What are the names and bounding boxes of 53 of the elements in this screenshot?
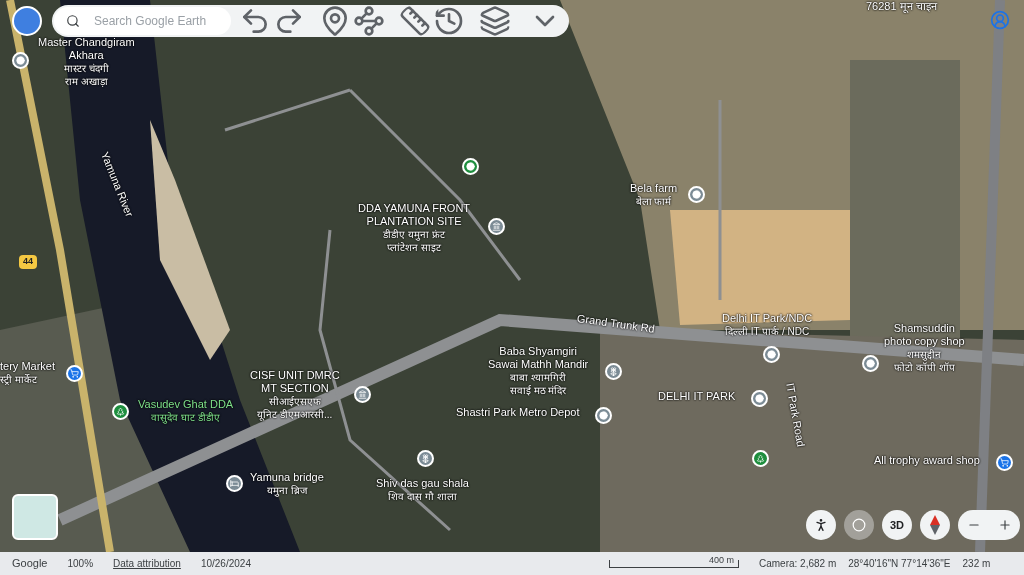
dot-icon <box>692 190 701 199</box>
search-field[interactable]: Search Google Earth <box>54 7 231 35</box>
tree-icon <box>756 454 765 463</box>
zoom-in-icon[interactable] <box>997 518 1012 532</box>
person-icon <box>813 517 829 533</box>
map-label: 76281 मून चाइन <box>866 0 937 13</box>
map-label: DDA YAMUNA FRONT PLANTATION SITE डीडीए यमुना फ्रंट प्लांटेशन साइट <box>358 202 471 254</box>
map-label: Baba Shyamgiri Sawai Mathh Mandir बाबा श्यामगिरी सवाई मठ मंदिर <box>488 345 589 397</box>
map-label: Master Chandgiram Akhara मास्टर चंदगी राम अखाड़ा <box>38 36 135 88</box>
camera-altitude: Camera: 2,682 m <box>758 557 837 571</box>
dot-icon <box>16 56 25 65</box>
map-label: Vasudev Ghat DDA वासुदेव घाट डीडीए <box>138 398 234 424</box>
flower-icon <box>609 367 618 376</box>
map-label: Shiv das gau shala शिव दास गौ शाला <box>376 477 469 503</box>
map-label: Bela farm बेला फार्म <box>630 182 678 208</box>
dot-icon <box>866 359 875 368</box>
compass-needle-icon <box>930 515 940 535</box>
tree-icon <box>116 407 125 416</box>
map-label: Grand Trunk Rd <box>576 312 656 336</box>
coordinates: 28°40'16"N 77°14'36"E <box>848 557 951 571</box>
data-attribution-link[interactable]: Data attribution <box>113 556 181 571</box>
cart-icon <box>70 369 79 378</box>
elevation: 232 m <box>962 557 991 571</box>
dot-icon <box>466 162 475 171</box>
map-label: All trophy award shop <box>874 454 980 467</box>
path-icon[interactable] <box>353 5 385 37</box>
zoom-level: 100% <box>67 557 94 571</box>
ruler-icon[interactable] <box>399 5 431 37</box>
map-label: Delhi IT Park/NDC दिल्ली IT पार्क / NDC <box>722 312 813 338</box>
scale-bar: 400 m <box>608 559 739 568</box>
map-label: CISF UNIT DMRC MT SECTION सीआईएसएफ यूनिट डीएमआरसी... <box>250 369 340 421</box>
dot-icon <box>599 411 608 420</box>
map-label: Shastri Park Metro Depot <box>456 406 580 419</box>
bed-icon <box>230 479 239 488</box>
brand-label: Google <box>12 556 48 572</box>
dot-icon <box>755 394 764 403</box>
highway-shield: 44 <box>19 255 37 269</box>
circle-icon <box>852 518 866 532</box>
history-icon[interactable] <box>433 5 465 37</box>
map-label: Yamuna bridge यमुना ब्रिज <box>250 471 324 497</box>
cart-icon <box>1000 458 1009 467</box>
layers-icon[interactable] <box>479 5 511 37</box>
dot-icon <box>767 350 776 359</box>
search-icon <box>66 14 80 28</box>
map-label: IT Park Road <box>783 382 808 448</box>
map-label: DELHI IT PARK <box>658 390 736 403</box>
map-label: Shamsuddin photo copy shop शमसुद्दीन फोटो कॉपी शॉप <box>884 322 965 374</box>
tilt-button[interactable] <box>844 510 874 540</box>
map-label: tery Market स्ट्री मार्केट <box>0 360 55 386</box>
building-icon <box>492 222 501 231</box>
flower-icon <box>421 454 430 463</box>
building-icon <box>358 390 367 399</box>
imagery-date: 10/26/2024 <box>200 557 251 571</box>
